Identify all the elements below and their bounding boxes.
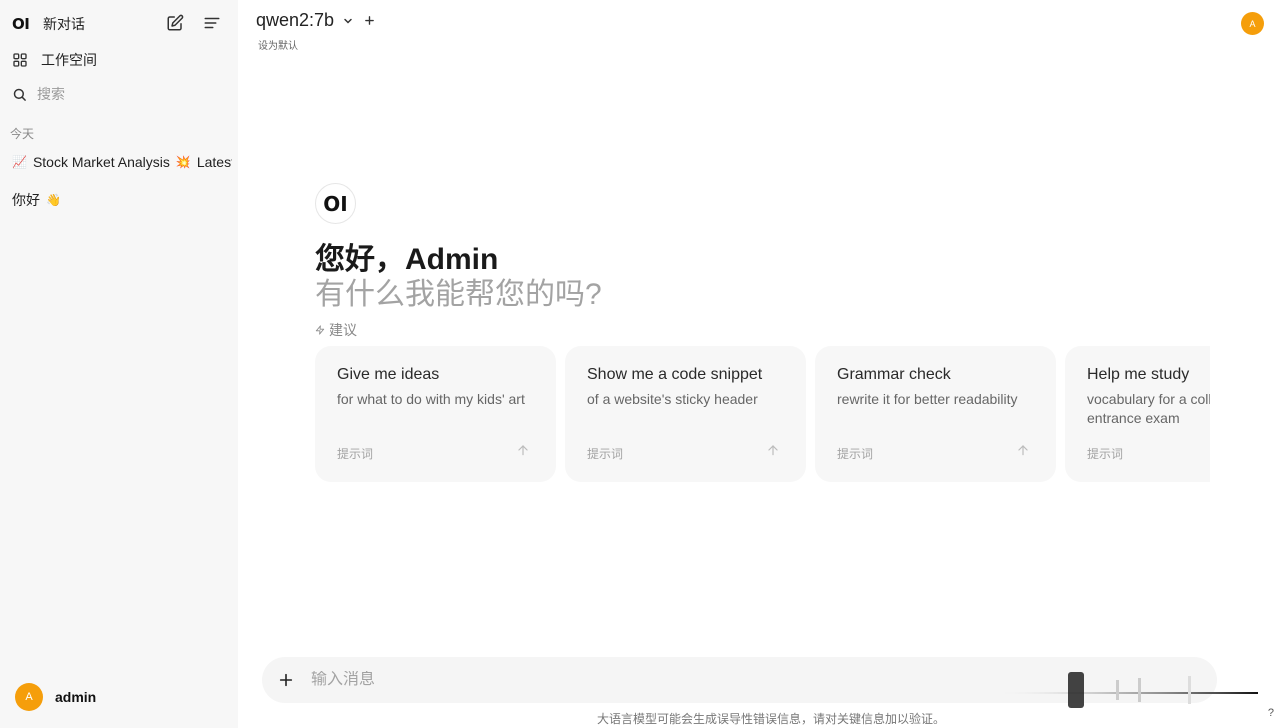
suggestion-tag: 提示词 <box>337 447 374 461</box>
bolt-icon <box>315 324 325 336</box>
model-selector[interactable]: qwen2:7b <box>256 10 375 31</box>
suggestion-tag: 提示词 <box>837 447 874 461</box>
chat-item[interactable]: 你好 👋 <box>0 184 232 216</box>
sidebar: OI 新对话 工作空间 搜索 今天 📈 Stock Market Analysi… <box>0 0 238 728</box>
collision-emoji-icon: 💥 <box>175 155 191 169</box>
suggestion-cards: Give me ideas for what to do with my kid… <box>315 346 1210 482</box>
add-model-plus-icon[interactable] <box>364 15 375 26</box>
sidebar-search[interactable]: 搜索 <box>0 77 238 111</box>
suggestions-header: 建议 <box>315 320 357 340</box>
waveform-decoration <box>988 672 1258 708</box>
chat-title: 你好 <box>12 192 40 208</box>
chat-title: Stock Market Analysis <box>32 154 170 170</box>
search-input[interactable]: 搜索 <box>37 84 65 104</box>
new-chat-button[interactable]: 新对话 <box>43 14 85 34</box>
suggestion-desc: vocabulary for a college entrance exam <box>1087 391 1210 426</box>
new-chat-edit-icon[interactable] <box>165 13 185 33</box>
suggestion-card[interactable]: Help me study vocabulary for a college e… <box>1065 346 1210 482</box>
model-name: qwen2:7b <box>256 10 335 30</box>
disclaimer-text: 大语言模型可能会生成误导性错误信息，请对关键信息加以验证。 <box>597 712 946 726</box>
message-input[interactable] <box>311 671 951 689</box>
suggestion-desc: of a website's sticky header <box>587 391 758 407</box>
suggestion-title: Give me ideas <box>337 366 440 383</box>
suggestion-desc: rewrite it for better readability <box>837 391 1018 407</box>
avatar: A <box>15 683 43 711</box>
workspace-grid-icon <box>12 52 28 68</box>
user-menu[interactable]: A admin <box>15 683 96 711</box>
arrow-up-icon <box>1016 443 1030 462</box>
set-default-link[interactable]: 设为默认 <box>258 37 298 52</box>
arrow-up-icon <box>516 443 530 462</box>
suggestion-card[interactable]: Give me ideas for what to do with my kid… <box>315 346 556 482</box>
hero-logo: OI <box>315 183 356 224</box>
sidebar-toggle-icon[interactable] <box>202 13 222 33</box>
chevron-down-icon[interactable] <box>342 15 354 27</box>
arrow-up-icon <box>766 443 780 462</box>
suggestions-label: 建议 <box>329 322 357 338</box>
suggestion-title: Show me a code snippet <box>587 366 763 383</box>
suggestion-desc: for what to do with my kids' art <box>337 391 525 407</box>
help-button[interactable]: ? <box>1268 707 1274 719</box>
chart-emoji-icon: 📈 <box>12 155 27 169</box>
workspace-label: 工作空间 <box>41 52 97 68</box>
sidebar-header: OI 新对话 <box>0 0 238 48</box>
search-icon <box>12 87 27 102</box>
chat-item[interactable]: 📈 Stock Market Analysis 💥 Latest <box>0 146 232 178</box>
greeting-subtitle: 有什么我能帮您的吗? <box>315 278 602 311</box>
suggestion-tag: 提示词 <box>1087 447 1124 461</box>
suggestion-tag: 提示词 <box>587 447 624 461</box>
section-today: 今天 <box>10 127 35 141</box>
plus-icon[interactable] <box>276 670 296 690</box>
main-panel: qwen2:7b 设为默认 A OI 您好，Admin 有什么我能帮您的吗? 建… <box>238 0 1280 728</box>
sidebar-item-workspace[interactable]: 工作空间 <box>0 43 238 77</box>
user-name: admin <box>55 689 97 705</box>
avatar[interactable]: A <box>1241 12 1264 35</box>
suggestion-title: Grammar check <box>837 366 951 383</box>
suggestion-card[interactable]: Grammar check rewrite it for better read… <box>815 346 1056 482</box>
suggestion-card[interactable]: Show me a code snippet of a website's st… <box>565 346 806 482</box>
suggestion-title: Help me study <box>1087 366 1190 383</box>
wave-emoji-icon: 👋 <box>46 193 61 207</box>
app-logo: OI <box>12 15 30 33</box>
chat-title-continued: Latest <box>196 154 232 170</box>
